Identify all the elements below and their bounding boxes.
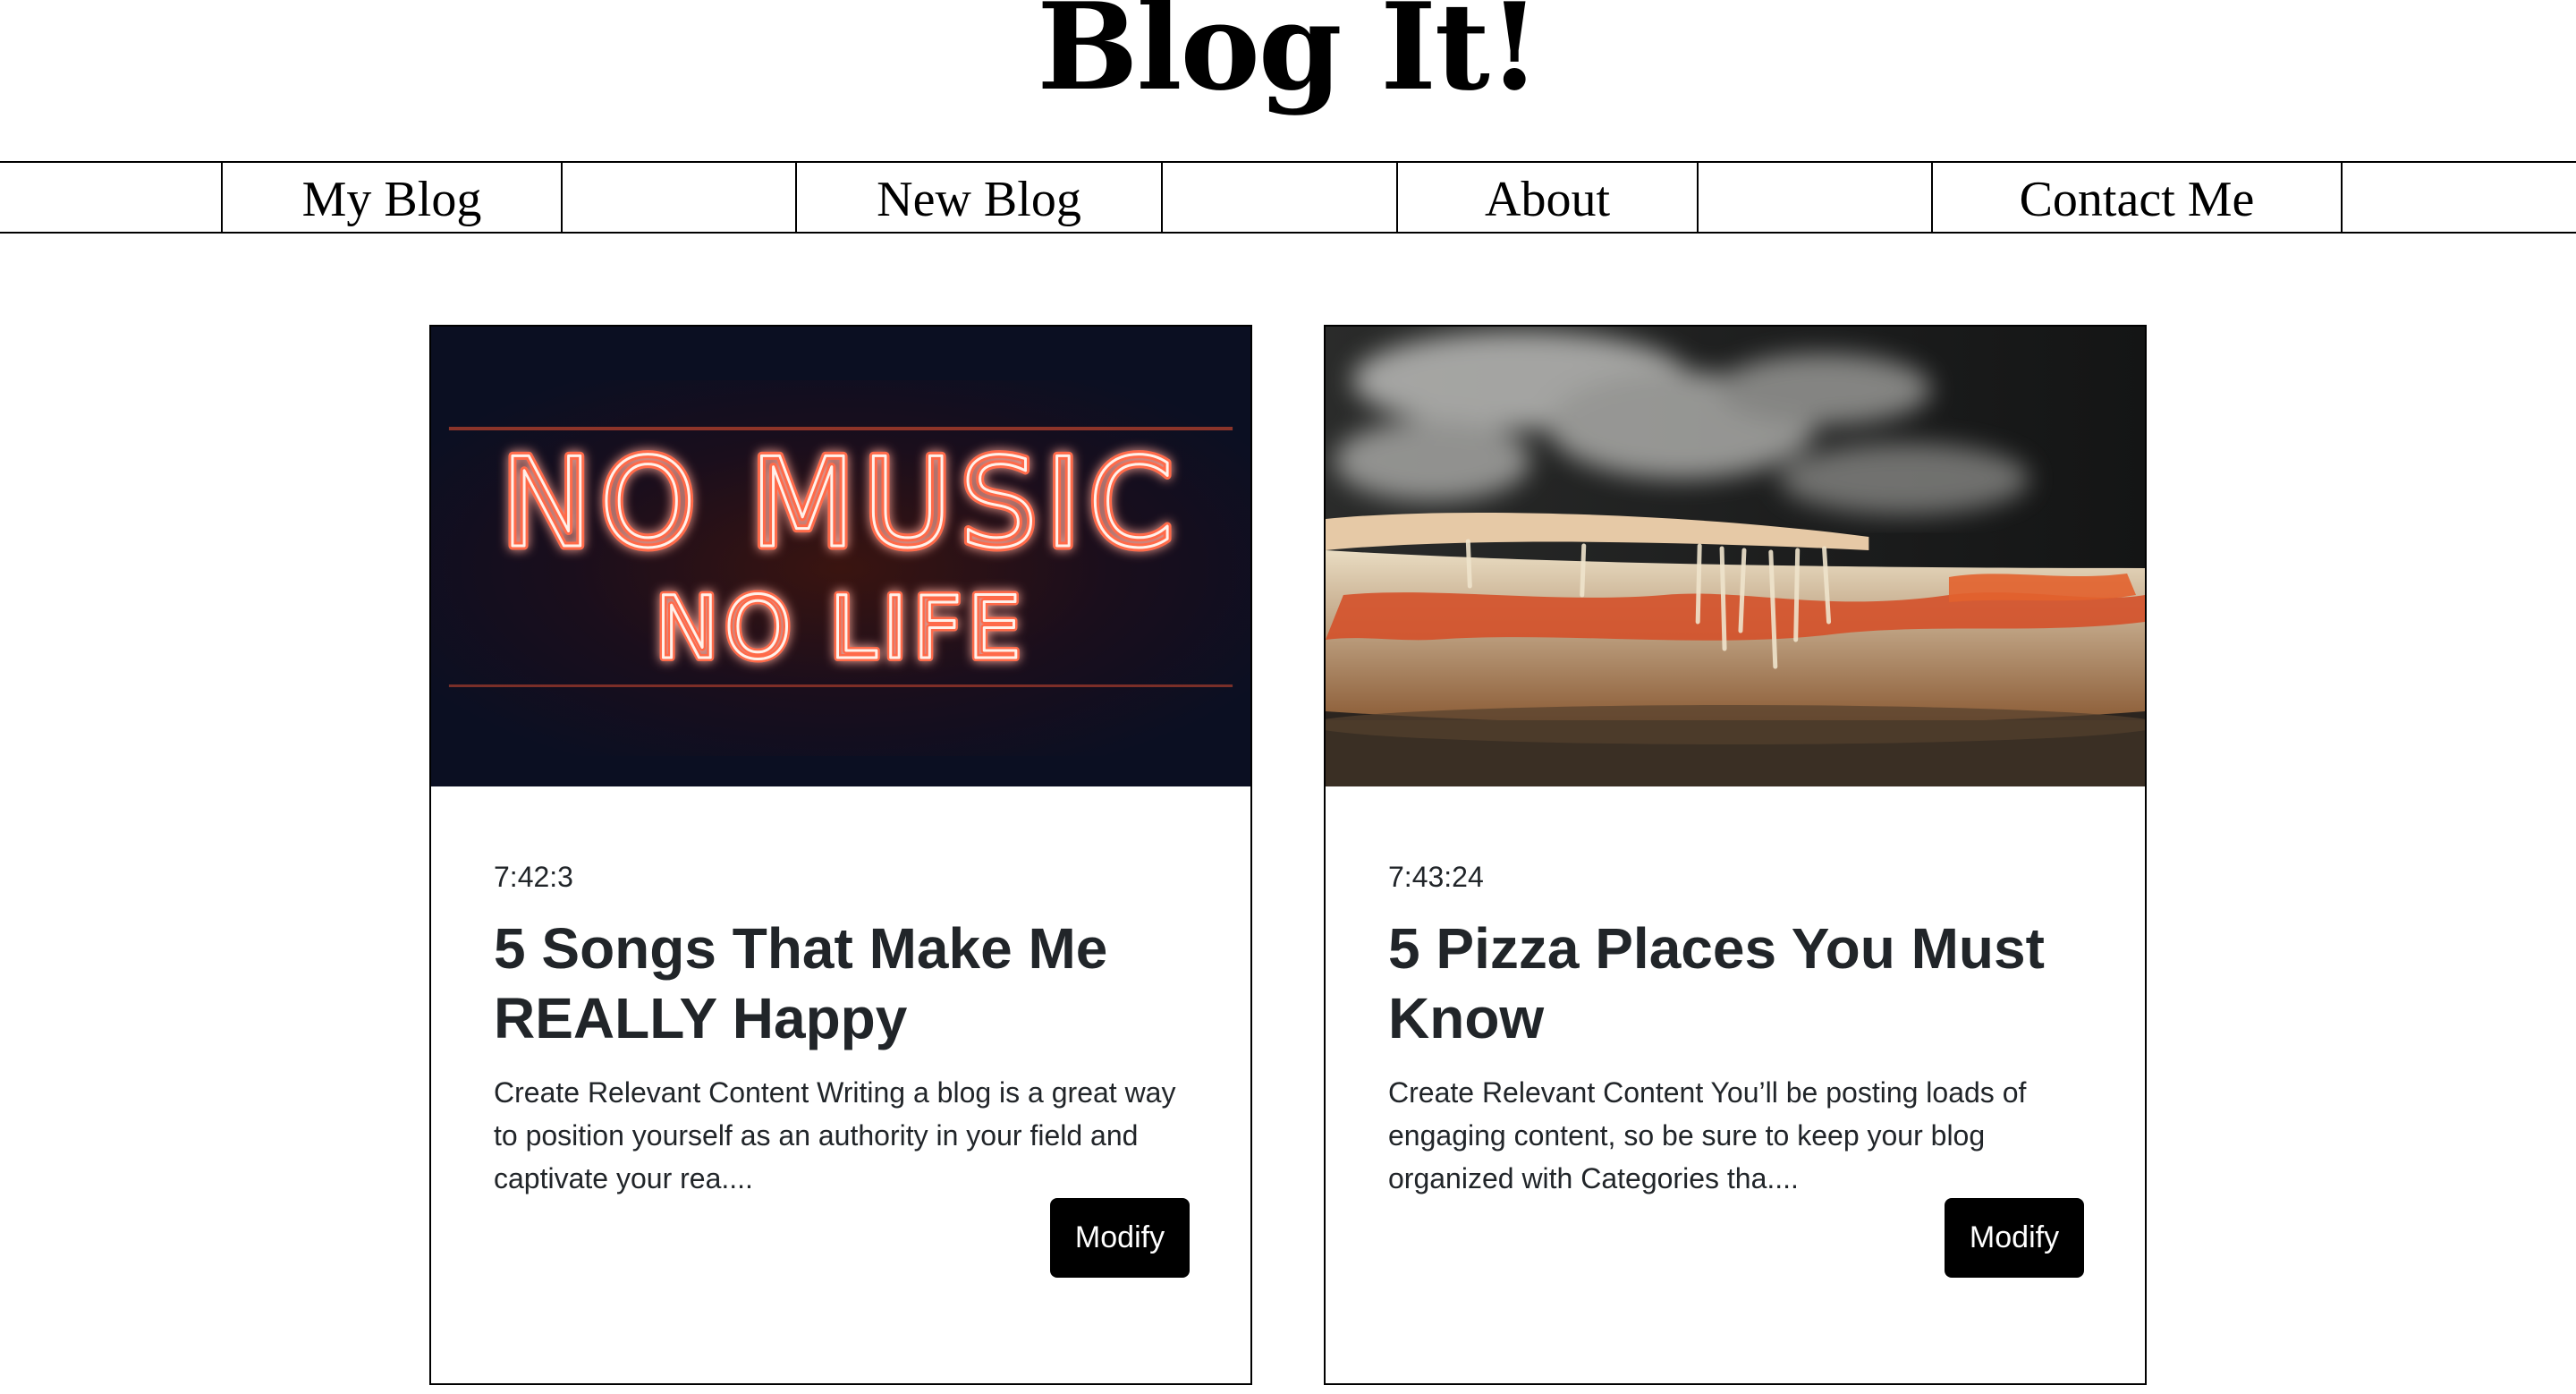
blog-post-card: 7:43:24 5 Pizza Places You Must Know Cre… <box>1324 325 2147 1385</box>
post-title: 5 Songs That Make Me REALLY Happy <box>494 916 1108 1050</box>
nav-item-about[interactable]: About <box>1396 163 1699 232</box>
post-image-pizza <box>1326 327 2145 786</box>
nav-item-contact-me[interactable]: Contact Me <box>1931 163 2343 232</box>
post-excerpt: Create Relevant Content You’ll be postin… <box>1388 1076 2027 1194</box>
site-title: Blog It! <box>1037 0 1540 117</box>
post-timestamp: 7:43:24 <box>1388 861 1484 893</box>
modify-button[interactable]: Modify <box>1945 1198 2084 1278</box>
modify-button[interactable]: Modify <box>1050 1198 1190 1278</box>
pizza-image <box>1326 327 2145 786</box>
main-navbar: My Blog New Blog About Contact Me <box>0 161 2576 234</box>
post-timestamp: 7:42:3 <box>494 861 573 893</box>
post-excerpt: Create Relevant Content Writing a blog i… <box>494 1076 1176 1194</box>
svg-text:NO MUSIC: NO MUSIC <box>500 432 1181 575</box>
nav-item-my-blog[interactable]: My Blog <box>221 163 563 232</box>
post-image-neon-sign: NO MUSIC NO MUSIC NO LIFE NO LIFE <box>431 327 1250 786</box>
blog-post-card: NO MUSIC NO MUSIC NO LIFE NO LIFE 7:42:3… <box>429 325 1252 1385</box>
neon-sign-image: NO MUSIC NO MUSIC NO LIFE NO LIFE <box>431 327 1250 786</box>
post-title: 5 Pizza Places You Must Know <box>1388 916 2045 1050</box>
nav-item-new-blog[interactable]: New Blog <box>795 163 1163 232</box>
svg-text:NO LIFE: NO LIFE <box>655 578 1027 678</box>
